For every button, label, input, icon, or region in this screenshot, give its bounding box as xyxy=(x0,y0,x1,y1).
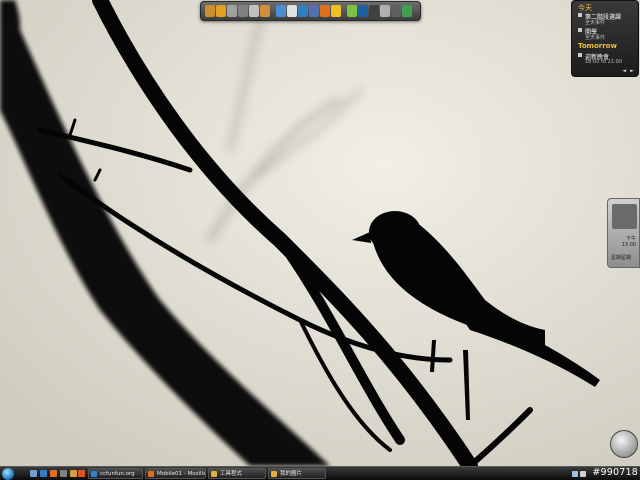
clock-gadget[interactable]: 下午 13:00 星期星期 xyxy=(607,198,640,268)
taskbar-button[interactable]: 工具程式 xyxy=(208,468,266,479)
network-icon[interactable] xyxy=(572,471,578,477)
media-icon[interactable] xyxy=(60,470,67,477)
mail-icon[interactable] xyxy=(287,5,297,17)
taskbar-button[interactable]: ccfunfun.org xyxy=(88,468,143,479)
calendar-next-button[interactable]: ► xyxy=(630,68,634,74)
show-desktop-icon[interactable] xyxy=(30,470,37,477)
taskbar-button[interactable]: 我的圖片 xyxy=(268,468,326,479)
calendar-event-icon xyxy=(578,13,582,17)
globe-icon[interactable] xyxy=(298,5,308,17)
pen-icon[interactable] xyxy=(216,5,226,17)
star-icon[interactable] xyxy=(331,5,341,17)
window-switch-icon[interactable] xyxy=(70,470,77,477)
user-icon[interactable] xyxy=(309,5,319,17)
taskbar-button-label: ccfunfun.org xyxy=(100,471,135,477)
clock-time: 13:00 xyxy=(621,242,636,248)
clock-weekday: 星期星期 xyxy=(611,255,632,261)
calendar-nav: ◄ ► xyxy=(572,68,638,74)
calendar-event-icon xyxy=(578,28,582,32)
calendar-prev-button[interactable]: ◄ xyxy=(622,68,626,74)
taskbar-button[interactable]: Mobile01 - Mozilla Fi... xyxy=(145,468,206,479)
calendar-event-icon xyxy=(578,53,582,57)
image-icon[interactable] xyxy=(276,5,286,17)
taskbar: ccfunfun.org Mobile01 - Mozilla Fi... 工具程式… xyxy=(0,466,640,480)
tools-icon[interactable] xyxy=(227,5,237,17)
top-dock xyxy=(200,1,421,21)
firefox-icon[interactable] xyxy=(320,5,330,17)
folder-icon[interactable] xyxy=(260,5,270,17)
firefox-icon[interactable] xyxy=(50,470,57,477)
recycle-icon[interactable] xyxy=(402,5,412,17)
office-icon[interactable] xyxy=(78,470,85,477)
volume-icon[interactable] xyxy=(580,471,586,477)
taskbar-button-label: 我的圖片 xyxy=(280,471,303,477)
clock-period: 下午 xyxy=(625,236,636,242)
calendar-gadget[interactable]: 今天 第二階段選課 全天事件 開學 全天事件 Tomorrow 迎新晚會 18:… xyxy=(571,0,639,77)
window-icon xyxy=(271,471,277,477)
desktop-wallpaper xyxy=(0,0,640,466)
calendar-event-time: 全天事件 xyxy=(585,20,606,26)
film-icon[interactable] xyxy=(369,5,379,17)
start-button[interactable] xyxy=(2,468,14,480)
window-icon xyxy=(211,471,217,477)
system-tray: #990718 xyxy=(572,467,640,480)
clock-face xyxy=(612,204,637,229)
window-icon xyxy=(91,471,97,477)
android-icon[interactable] xyxy=(347,5,357,17)
chart-icon[interactable] xyxy=(358,5,368,17)
clock-icon[interactable] xyxy=(249,5,259,17)
taskbar-button-label: 工具程式 xyxy=(220,471,243,477)
calendar-tomorrow-heading: Tomorrow xyxy=(578,42,617,50)
gamepad-icon[interactable] xyxy=(391,5,401,17)
ie-icon[interactable] xyxy=(40,470,47,477)
watermark-text: #990718 xyxy=(592,467,638,478)
orb-gadget[interactable] xyxy=(610,430,638,458)
window-icon xyxy=(148,471,154,477)
taskbar-button-label: Mobile01 - Mozilla Fi... xyxy=(157,471,206,477)
book-icon[interactable] xyxy=(205,5,215,17)
disc-icon[interactable] xyxy=(380,5,390,17)
gear-icon[interactable] xyxy=(238,5,248,17)
calendar-event-time: 全天事件 xyxy=(585,35,606,41)
calendar-event-time: 18:00 to 21:00 xyxy=(585,59,623,65)
